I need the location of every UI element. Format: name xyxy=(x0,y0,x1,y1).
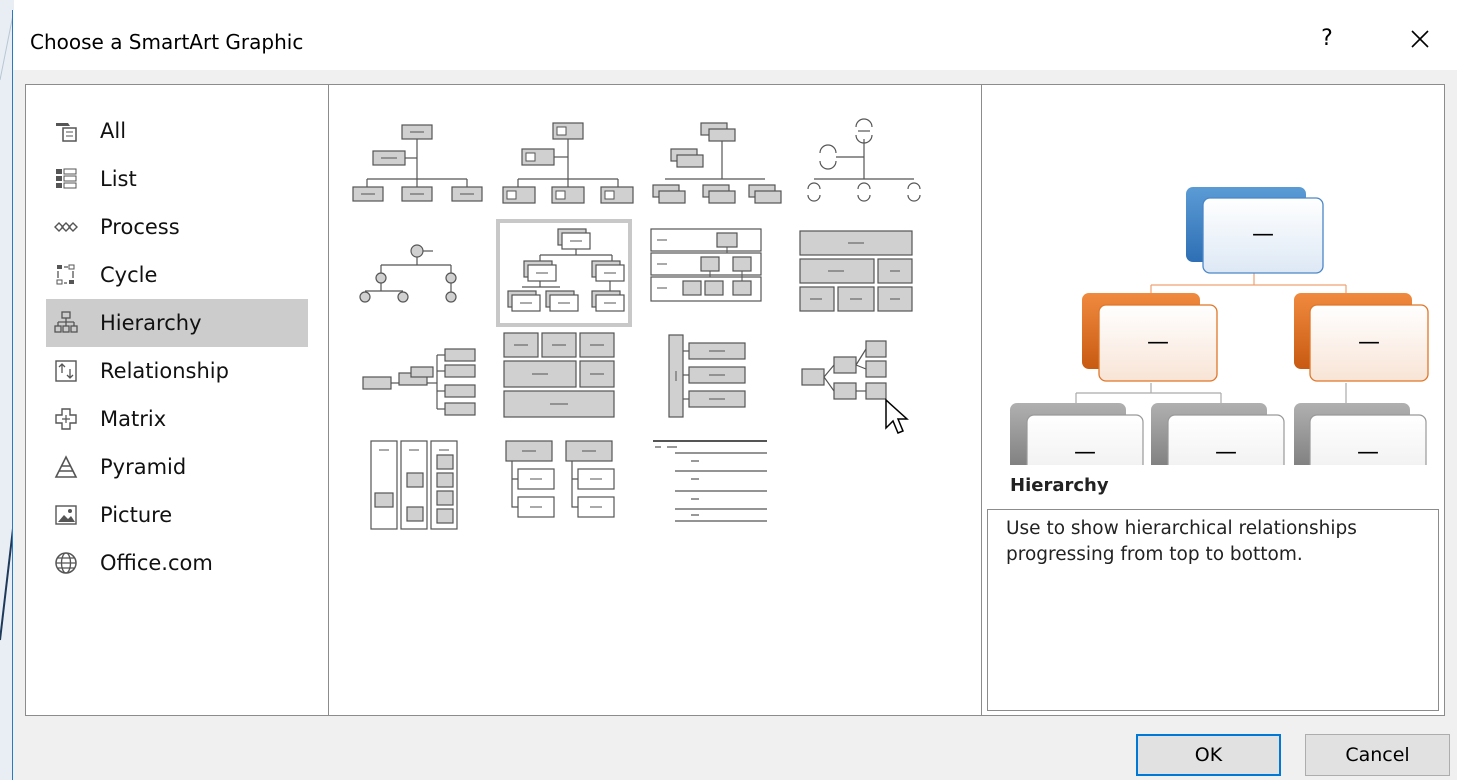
category-label-office-com: Office.com xyxy=(100,551,213,575)
preview-node-text-right: — xyxy=(1358,330,1380,355)
layout-thumbnail-icon xyxy=(650,228,762,302)
category-panel: All List Process Cycle Hierarchy Relatio… xyxy=(26,85,329,715)
category-item-list[interactable]: List xyxy=(46,155,308,203)
layout-vertical-bracket-list[interactable] xyxy=(649,329,785,437)
relationship-icon xyxy=(54,359,78,383)
category-item-pyramid[interactable]: Pyramid xyxy=(46,443,308,491)
layout-organization-chart[interactable] xyxy=(351,115,487,223)
layout-thumbnail-icon xyxy=(505,440,615,518)
layout-gallery xyxy=(329,85,982,715)
layout-thumbnail-icon xyxy=(807,118,921,202)
list-icon xyxy=(54,167,78,191)
dialog-title: Choose a SmartArt Graphic xyxy=(30,30,304,54)
globe-icon xyxy=(54,551,78,575)
picture-icon xyxy=(54,503,78,527)
preview-node-text-bottom-2: — xyxy=(1215,440,1237,465)
title-bar: Choose a SmartArt Graphic ? xyxy=(13,10,1457,70)
preview-panel: — — — — — — Hierarchy Use to show hierar… xyxy=(982,85,1444,715)
layout-thumbnail-icon xyxy=(502,122,634,204)
layout-thumbnail-icon xyxy=(503,332,615,418)
layout-circle-picture-hierarchy[interactable] xyxy=(798,115,934,223)
cycle-icon xyxy=(54,263,78,287)
category-item-picture[interactable]: Picture xyxy=(46,491,308,539)
layout-labeled-hierarchy-circles[interactable] xyxy=(351,221,487,329)
help-button[interactable]: ? xyxy=(1313,24,1341,54)
all-icon xyxy=(54,119,78,143)
layout-thumbnail-icon xyxy=(352,124,483,202)
category-item-office-com[interactable]: Office.com xyxy=(46,539,308,587)
category-list: All List Process Cycle Hierarchy Relatio… xyxy=(46,107,308,587)
layout-thumbnail-icon xyxy=(799,230,913,312)
matrix-icon xyxy=(54,407,78,431)
content-area: All List Process Cycle Hierarchy Relatio… xyxy=(25,84,1445,716)
category-label-pyramid: Pyramid xyxy=(100,455,187,479)
category-item-matrix[interactable]: Matrix xyxy=(46,395,308,443)
layout-name-and-title-org-chart[interactable] xyxy=(500,115,636,223)
layout-thumbnail-icon xyxy=(653,440,767,522)
category-label-list: List xyxy=(100,167,137,191)
preview-title: Hierarchy xyxy=(1010,475,1109,496)
category-item-process[interactable]: Process xyxy=(46,203,308,251)
layout-table-hierarchy[interactable] xyxy=(798,221,934,329)
category-item-cycle[interactable]: Cycle xyxy=(46,251,308,299)
layout-thumbnail-icon xyxy=(507,228,625,312)
layout-horizontal-org-chart[interactable] xyxy=(351,329,487,437)
layout-half-circle-org-chart[interactable] xyxy=(649,115,785,223)
layout-thumbnail-icon xyxy=(362,348,476,416)
preview-node-text-left: — xyxy=(1147,330,1169,355)
category-label-matrix: Matrix xyxy=(100,407,167,431)
preview-node-text-bottom-1: — xyxy=(1074,440,1096,465)
smartart-dialog: Choose a SmartArt Graphic ? All List Pro… xyxy=(12,10,1457,780)
cancel-button[interactable]: Cancel xyxy=(1305,734,1450,776)
category-item-relationship[interactable]: Relationship xyxy=(46,347,308,395)
layout-hierarchy[interactable] xyxy=(496,219,632,327)
layout-thumbnail-icon xyxy=(359,244,457,303)
layout-horizontal-multi-level-hierarchy[interactable] xyxy=(798,329,934,437)
layout-horizontal-hierarchy-table[interactable] xyxy=(500,329,636,437)
category-item-all[interactable]: All xyxy=(46,107,308,155)
category-label-all: All xyxy=(100,119,127,143)
hierarchy-icon xyxy=(54,311,78,335)
category-item-hierarchy[interactable]: Hierarchy xyxy=(46,299,308,347)
layout-thumbnail-icon xyxy=(668,334,746,418)
mouse-pointer-icon xyxy=(885,398,909,434)
preview-node-text-top: — xyxy=(1252,222,1274,247)
close-button[interactable] xyxy=(1405,24,1435,54)
pyramid-icon xyxy=(54,455,78,479)
preview-description: Use to show hierarchical relationships p… xyxy=(987,509,1439,711)
layout-lined-list[interactable] xyxy=(649,435,785,543)
layout-thumbnail-icon xyxy=(652,122,782,204)
layout-hierarchy-list[interactable] xyxy=(500,435,636,543)
category-label-process: Process xyxy=(100,215,180,239)
layout-architecture-layout[interactable] xyxy=(351,435,487,543)
layout-thumbnail-icon xyxy=(370,440,458,530)
process-icon xyxy=(54,215,78,239)
layout-labeled-hierarchy[interactable] xyxy=(649,221,785,329)
hierarchy-preview-graphic: — — — — — — xyxy=(1010,187,1429,465)
ok-button[interactable]: OK xyxy=(1136,734,1281,776)
close-icon xyxy=(1411,30,1429,48)
layout-thumbnail-icon xyxy=(801,340,887,400)
category-label-hierarchy: Hierarchy xyxy=(100,311,202,335)
category-label-picture: Picture xyxy=(100,503,173,527)
category-label-cycle: Cycle xyxy=(100,263,158,287)
category-label-relationship: Relationship xyxy=(100,359,229,383)
preview-node-text-bottom-3: — xyxy=(1357,440,1379,465)
